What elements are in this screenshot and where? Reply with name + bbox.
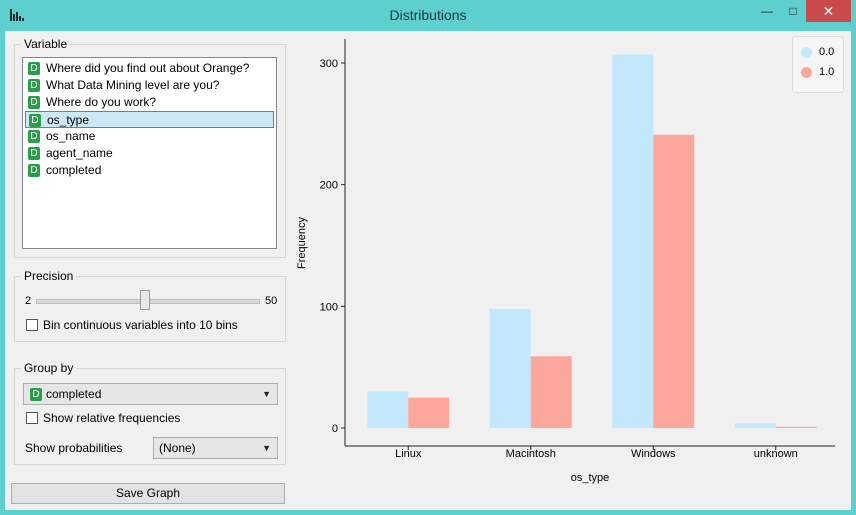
close-button[interactable]: ✕ — [806, 0, 851, 22]
bar — [612, 54, 654, 428]
variable-list-item[interactable]: Dos_name — [25, 128, 274, 145]
bin-checkbox-label: Bin continuous variables into 10 bins — [43, 318, 238, 332]
bar — [734, 423, 776, 428]
variable-label: os_type — [47, 113, 90, 127]
discrete-badge: D — [28, 62, 40, 75]
legend-entry: 1.0 — [801, 63, 834, 81]
bar — [775, 426, 817, 428]
bar — [408, 397, 450, 428]
variable-label: What Data Mining level are you? — [46, 78, 220, 92]
relative-frequencies-label: Show relative frequencies — [43, 411, 181, 425]
variable-group-title: Variable — [21, 37, 71, 51]
discrete-badge: D — [29, 114, 41, 127]
relative-frequencies-checkbox[interactable] — [26, 412, 38, 424]
bar — [489, 308, 531, 428]
groupby-group-title: Group by — [21, 361, 77, 375]
legend-swatch — [801, 66, 812, 78]
discrete-badge: D — [28, 96, 40, 109]
probabilities-combo[interactable]: (None) ▼ — [153, 437, 278, 459]
y-tick-label: 300 — [320, 58, 338, 70]
precision-group-title: Precision — [21, 269, 77, 283]
discrete-badge: D — [28, 147, 40, 160]
legend-swatch — [801, 46, 812, 58]
save-graph-button[interactable]: Save Graph — [11, 483, 285, 504]
discrete-badge: D — [28, 79, 40, 92]
variable-label: Where did you find out about Orange? — [46, 61, 250, 75]
bin-checkbox[interactable] — [26, 319, 38, 331]
x-tick-label: Linux — [395, 448, 422, 460]
variable-label: os_name — [46, 129, 96, 143]
legend-label: 1.0 — [819, 66, 835, 78]
window-title: Distributions — [389, 7, 467, 23]
group-by-combo[interactable]: D completed ▼ — [23, 383, 278, 405]
y-tick-label: 200 — [320, 180, 338, 192]
variable-label: agent_name — [46, 146, 113, 160]
title-bar[interactable]: Distributions — □ ✕ — [0, 0, 856, 31]
variable-label: completed — [46, 163, 102, 177]
variable-list-item[interactable]: Dcompleted — [25, 162, 274, 179]
y-tick-label: 100 — [320, 301, 338, 313]
legend-entry: 0.0 — [801, 43, 834, 61]
distribution-chart: 0 100 200 300 Linux Macintosh Windows unknown os… — [296, 39, 835, 484]
show-probabilities-label: Show probabilities — [25, 441, 123, 455]
variable-list-item[interactable]: D What Data Mining level are you? — [25, 77, 274, 94]
x-axis-label: os_type — [571, 472, 610, 484]
distributions-window: Distributions — □ ✕ Variable D Where did … — [0, 0, 856, 515]
legend-label: 0.0 — [819, 46, 835, 58]
x-tick-label: Macintosh — [506, 448, 556, 460]
variable-list[interactable]: D Where did you find out about Orange? D Wh… — [22, 57, 277, 249]
bar — [530, 356, 572, 428]
bar — [367, 391, 409, 428]
variable-list-item[interactable]: Dos_type — [25, 111, 274, 128]
slider-max-label: 50 — [265, 295, 278, 307]
x-tick-label: unknown — [754, 448, 798, 460]
precision-slider-handle[interactable] — [139, 290, 150, 310]
bar — [653, 134, 695, 428]
window-client-area: Variable D Where did you find out about O… — [5, 31, 851, 510]
chevron-down-icon: ▼ — [262, 443, 271, 453]
plot-area[interactable]: 0 100 200 300 Linux Macintosh Windows unknown os… — [295, 31, 851, 510]
minimize-button[interactable]: — — [754, 0, 780, 22]
x-tick-label: Windows — [631, 448, 676, 460]
discrete-badge: D — [28, 130, 40, 143]
y-axis-label: Frequency — [296, 217, 308, 269]
variable-list-item[interactable]: Dagent_name — [25, 145, 274, 162]
variable-label: Where do you work? — [46, 95, 157, 109]
variable-list-item[interactable]: D Where do you work? — [25, 94, 274, 111]
slider-min-label: 2 — [25, 295, 32, 307]
y-tick-label: 0 — [332, 423, 338, 435]
discrete-badge: D — [28, 164, 40, 177]
chart-legend: 0.0 1.0 — [792, 36, 844, 93]
maximize-button[interactable]: □ — [780, 0, 806, 22]
discrete-badge: D — [30, 388, 42, 401]
chevron-down-icon: ▼ — [262, 389, 271, 399]
variable-list-item[interactable]: D Where did you find out about Orange? — [25, 60, 274, 77]
probabilities-value: (None) — [159, 441, 196, 455]
group-by-value: completed — [46, 387, 102, 401]
precision-groupbox: Precision — [14, 269, 286, 342]
